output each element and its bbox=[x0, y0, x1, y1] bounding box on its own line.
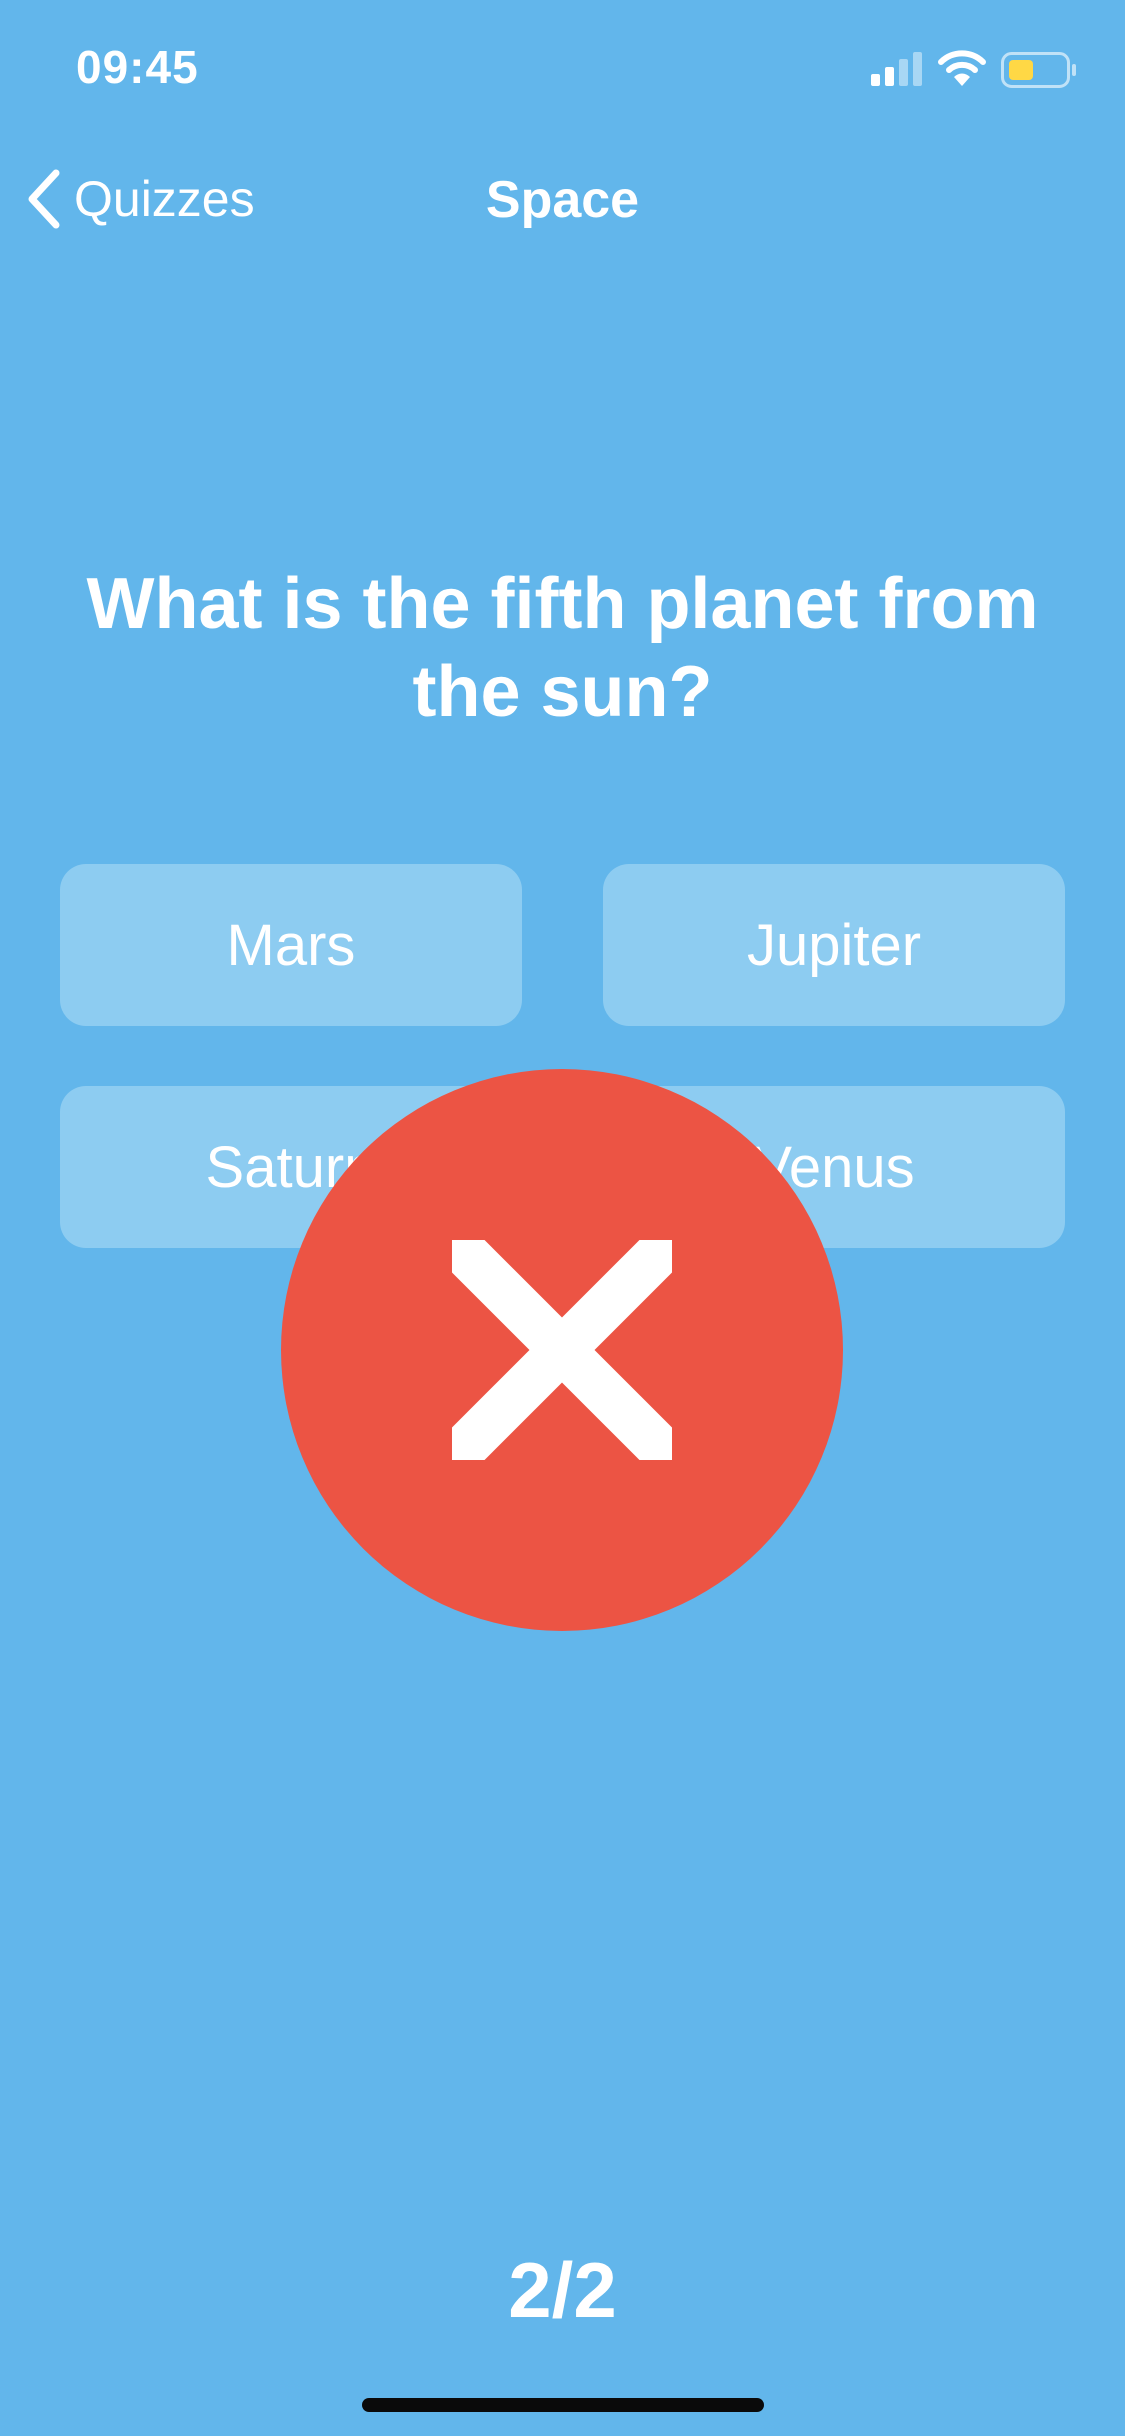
answer-button-jupiter[interactable]: Jupiter bbox=[603, 864, 1065, 1026]
home-indicator[interactable] bbox=[362, 2398, 764, 2412]
wrong-answer-badge bbox=[281, 1069, 843, 1631]
close-icon bbox=[452, 1240, 672, 1460]
wifi-icon bbox=[938, 50, 986, 86]
answer-label: Mars bbox=[226, 912, 356, 978]
question-text: What is the fifth planet from the sun? bbox=[86, 564, 1039, 732]
status-time: 09:45 bbox=[76, 41, 199, 93]
page-title: Space bbox=[485, 171, 640, 229]
status-icons bbox=[871, 50, 1081, 90]
navigation-bar: Quizzes Space bbox=[0, 150, 1125, 250]
cellular-signal-icon bbox=[871, 52, 922, 86]
battery-icon bbox=[1001, 52, 1076, 88]
question-progress: 2/2 bbox=[508, 2246, 617, 2334]
status-bar: 09:45 bbox=[0, 0, 1125, 140]
answer-label: Jupiter bbox=[746, 912, 922, 978]
answer-button-mars[interactable]: Mars bbox=[60, 864, 522, 1026]
